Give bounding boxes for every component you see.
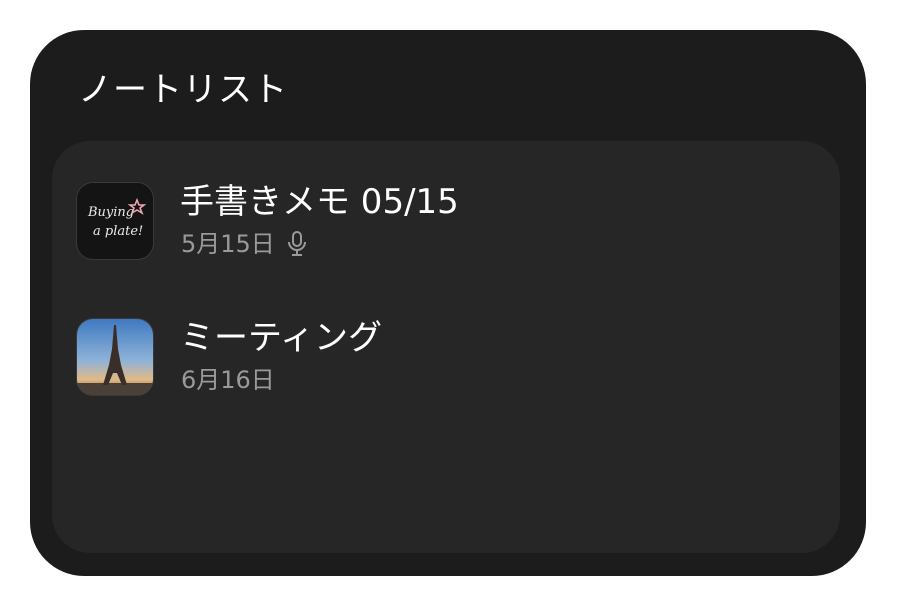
eiffel-tower-photo-thumbnail-icon (77, 319, 153, 395)
note-date: 5月15日 (181, 230, 275, 258)
note-title: 手書きメモ 05/15 (180, 182, 459, 222)
note-title: ミーティング (180, 318, 382, 358)
note-list: Buying a plate! 手書きメモ 05/15 5月15日 ミーティング… (52, 141, 840, 553)
note-list-item[interactable]: Buying a plate! 手書きメモ 05/15 5月15日 (52, 177, 840, 287)
note-list-item[interactable]: ミーティング 6月16日 (52, 313, 840, 423)
microphone-icon (287, 230, 307, 258)
handwriting-line-2: a plate! (93, 224, 143, 239)
note-list-widget: ノートリスト Buying a plate! 手書きメモ 05/15 5月15日 (30, 30, 866, 576)
handwriting-line-1: Buying (87, 205, 134, 220)
handwriting-thumbnail-icon: Buying a plate! (77, 183, 153, 259)
note-meta: 5月15日 (181, 229, 307, 259)
note-date: 6月16日 (181, 366, 275, 394)
widget-title[interactable]: ノートリスト (78, 70, 288, 110)
note-meta: 6月16日 (181, 365, 275, 395)
